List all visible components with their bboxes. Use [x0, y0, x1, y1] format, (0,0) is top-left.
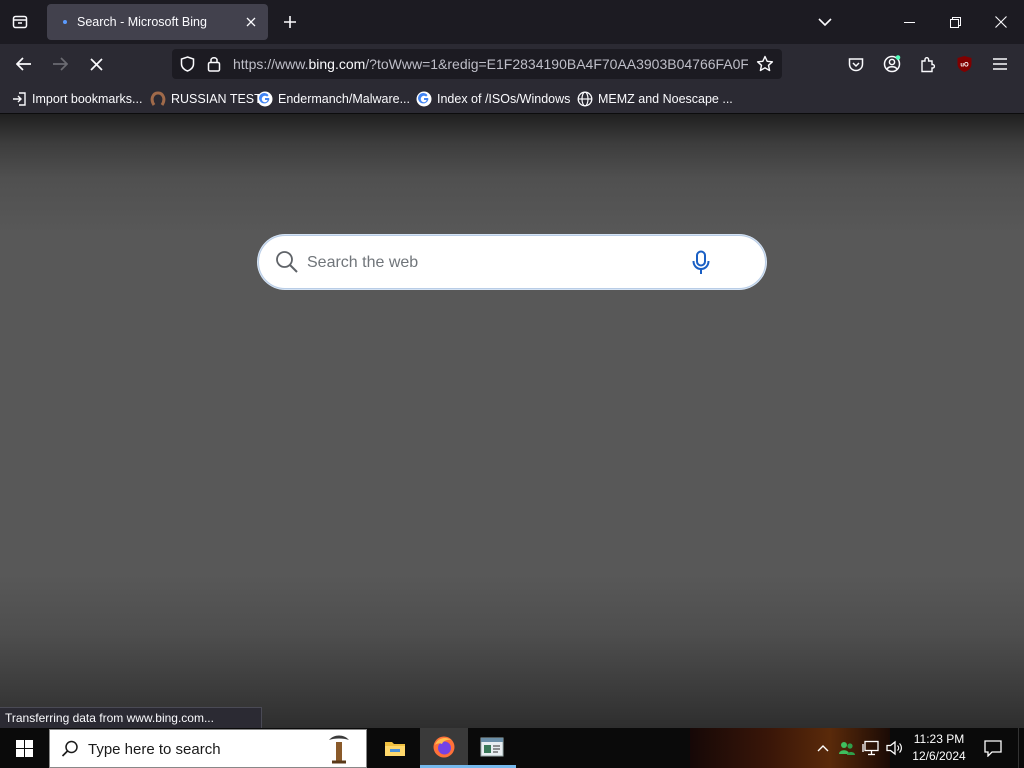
account-button[interactable]: [878, 50, 906, 78]
show-hidden-icons-button[interactable]: [812, 728, 834, 768]
bookmarks-toolbar: Import bookmarks... RUSSIAN TEST Enderma…: [0, 84, 1024, 114]
windows-taskbar: Type here to search 11:23 PM 12/6/2024: [0, 728, 1024, 768]
back-button[interactable]: [10, 50, 38, 78]
ublock-origin-button[interactable]: uO: [950, 50, 978, 78]
bookmark-star-icon[interactable]: [756, 55, 774, 73]
puzzle-piece-icon: [921, 56, 936, 72]
app-window-icon: [480, 737, 504, 756]
firefox-icon: [433, 736, 455, 757]
taskbar-firefox[interactable]: [420, 728, 468, 768]
tab-title: Search - Microsoft Bing: [77, 15, 207, 29]
lock-icon[interactable]: [207, 55, 221, 72]
close-icon: [995, 16, 1007, 28]
action-center-button[interactable]: [978, 728, 1008, 768]
new-tab-button[interactable]: [278, 10, 302, 34]
people-icon: [839, 742, 855, 755]
google-icon: [416, 91, 432, 107]
clock-date: 12/6/2024: [912, 749, 966, 763]
bookmark-label: Import bookmarks...: [32, 92, 143, 106]
clock-time: 11:23 PM: [913, 732, 965, 746]
tab-bing-search[interactable]: Search - Microsoft Bing: [47, 4, 268, 40]
show-desktop-button[interactable]: [1018, 728, 1024, 768]
plus-icon: [284, 16, 296, 28]
taskbar-search-input[interactable]: Type here to search: [88, 741, 221, 758]
bookmark-label: Endermanch/Malware...: [278, 92, 411, 106]
bookmark-russian-test[interactable]: RUSSIAN TEST: [150, 89, 262, 109]
search-highlight-tree-icon: [329, 735, 349, 764]
stop-loading-button[interactable]: [82, 50, 110, 78]
url-host: bing.com: [308, 56, 366, 72]
close-icon: [246, 17, 256, 27]
restore-button[interactable]: [932, 0, 978, 44]
bookmark-isos-windows[interactable]: Index of /ISOs/Windows: [416, 89, 570, 109]
taskbar-clock[interactable]: 11:23 PM 12/6/2024: [906, 731, 972, 765]
taskbar-search-box[interactable]: Type here to search: [49, 729, 367, 768]
bookmark-import[interactable]: Import bookmarks...: [12, 89, 142, 109]
tab-loading-icon: [63, 20, 67, 24]
bookmark-endermanch[interactable]: Endermanch/Malware...: [257, 89, 410, 109]
hamburger-menu-icon: [993, 58, 1007, 70]
search-input[interactable]: Search the web: [307, 254, 418, 272]
close-window-button[interactable]: [978, 0, 1024, 44]
bookmark-memz[interactable]: MEMZ and Noescape ...: [577, 89, 733, 109]
google-icon: [257, 91, 273, 107]
import-icon: [13, 92, 26, 106]
chevron-down-icon: [818, 17, 832, 26]
minimize-button[interactable]: [886, 0, 932, 44]
bing-search-box[interactable]: Search the web: [258, 235, 766, 289]
shield-icon[interactable]: [180, 56, 195, 72]
stop-icon: [89, 57, 103, 71]
tray-network[interactable]: [860, 728, 882, 768]
pocket-icon: [848, 57, 864, 71]
forward-arrow-icon: [53, 57, 68, 71]
application-menu-button[interactable]: [986, 50, 1014, 78]
network-icon: [862, 740, 879, 756]
close-tab-button[interactable]: [242, 13, 260, 31]
url-text[interactable]: https://www.bing.com/?toWww=1&redig=E1F2…: [233, 56, 748, 72]
url-scheme: https://www.: [233, 56, 309, 72]
list-all-tabs-button[interactable]: [6, 8, 34, 36]
url-path: /?toWww=1&redig=E1F2834190BA4F70AA3903B0…: [365, 56, 748, 72]
start-button[interactable]: [0, 728, 48, 768]
account-icon: [883, 55, 901, 73]
pocket-button[interactable]: [842, 50, 870, 78]
taskbar-file-explorer[interactable]: [371, 728, 419, 768]
minimize-icon: [903, 21, 915, 23]
tab-list-icon: [12, 15, 28, 29]
address-bar[interactable]: https://www.bing.com/?toWww=1&redig=E1F2…: [172, 49, 782, 79]
navigation-toolbar: https://www.bing.com/?toWww=1&redig=E1F2…: [0, 44, 1024, 84]
ublock-shield-icon: uO: [957, 56, 971, 72]
page-content: Search the web: [0, 114, 1024, 728]
folder-icon: [385, 742, 405, 756]
restore-icon: [949, 16, 961, 28]
horseshoe-icon: [150, 91, 166, 106]
svg-text:uO: uO: [960, 63, 969, 69]
bookmark-label: RUSSIAN TEST: [171, 92, 262, 106]
tray-people-app[interactable]: [836, 728, 858, 768]
forward-button[interactable]: [46, 50, 74, 78]
tab-overflow-button[interactable]: [812, 10, 838, 34]
search-icon: [61, 740, 78, 757]
bookmark-label: Index of /ISOs/Windows: [437, 92, 571, 106]
bookmark-label: MEMZ and Noescape ...: [598, 92, 733, 106]
status-bar: Transferring data from www.bing.com...: [0, 707, 262, 728]
microphone-icon[interactable]: [691, 250, 711, 276]
windows-logo-icon: [15, 739, 33, 757]
search-icon: [276, 251, 298, 273]
tray-volume[interactable]: [884, 728, 906, 768]
tab-bar: Search - Microsoft Bing: [0, 0, 1024, 44]
globe-icon: [577, 91, 593, 107]
extensions-button[interactable]: [914, 50, 942, 78]
chevron-up-icon: [817, 745, 829, 752]
taskbar-app-window[interactable]: [468, 728, 516, 768]
notification-icon: [984, 739, 1002, 757]
speaker-icon: [886, 740, 902, 756]
back-arrow-icon: [16, 57, 31, 71]
